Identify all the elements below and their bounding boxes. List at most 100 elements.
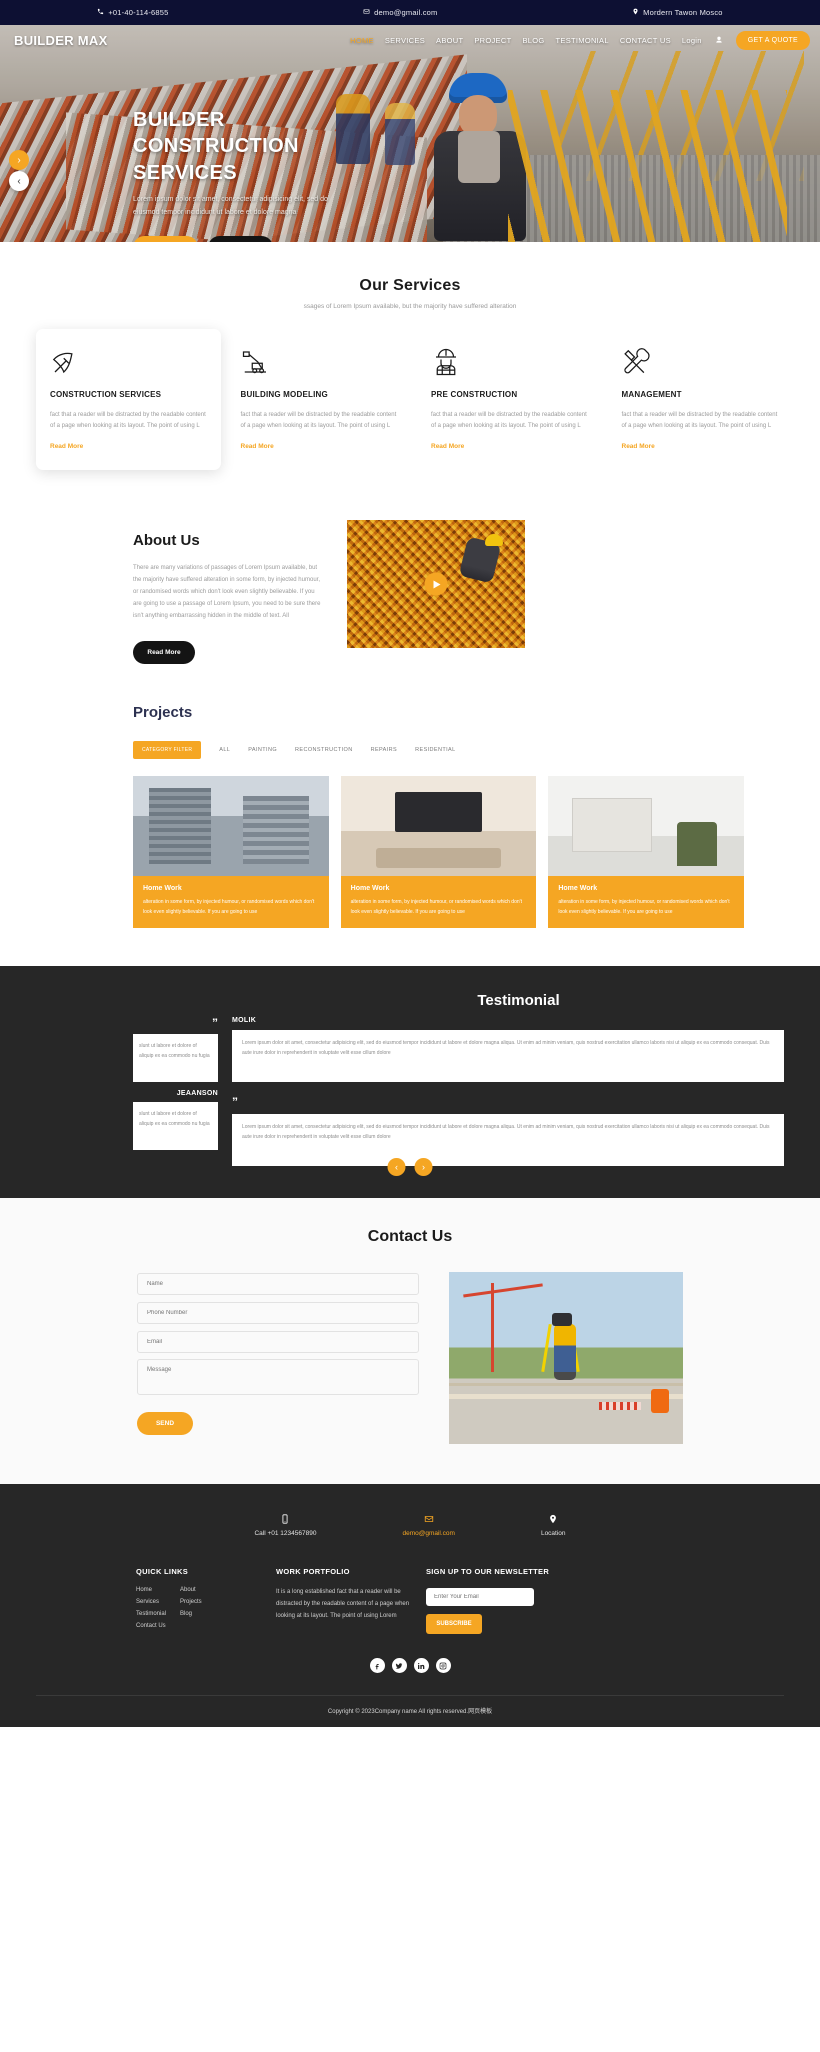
project-filter-all[interactable]: ALL	[219, 747, 230, 753]
footer-link-services[interactable]: Services	[136, 1599, 180, 1605]
service-read-more-link[interactable]: Read More	[241, 443, 398, 450]
send-button[interactable]: SEND	[137, 1412, 193, 1436]
project-filter-repairs[interactable]: REPAIRS	[371, 747, 398, 753]
nav-links: HOME SERVICES ABOUT PROJECT BLOG TESTIMO…	[350, 30, 810, 50]
project-image-living-room	[340, 776, 537, 877]
project-card[interactable]: Home Work alteration in some form, by in…	[548, 776, 744, 929]
crane-lift-icon	[241, 345, 398, 379]
contact-theodolite	[551, 1313, 572, 1327]
chevron-left-icon: ‹	[395, 1162, 398, 1173]
testimonial-right-top: MOLIK Lorem ipsum dolor sit amet, consec…	[232, 1017, 784, 1083]
nav-item-project[interactable]: PROJECT	[474, 36, 511, 45]
user-icon[interactable]	[713, 34, 725, 46]
footer: Call +01 1234567890 demo@gmail.com Locat…	[0, 1484, 820, 1728]
category-filter-button[interactable]: CATEGORY FILTER	[133, 741, 202, 760]
projects-grid: Home Work alteration in some form, by in…	[133, 776, 784, 929]
hero-about-button[interactable]: About Us	[208, 236, 273, 242]
project-desc: alteration in some form, by injected hum…	[350, 899, 522, 915]
service-read-more-link[interactable]: Read More	[50, 443, 207, 450]
linkedin-icon[interactable]	[413, 1658, 429, 1674]
facebook-icon[interactable]	[369, 1658, 385, 1674]
footer-link-home[interactable]: Home	[136, 1587, 180, 1593]
testimonial-nav: ‹ ›	[387, 1158, 433, 1177]
topbar-email[interactable]: demo@gmail.com	[363, 8, 437, 17]
footer-portfolio-text: It is a long established fact that a rea…	[276, 1589, 410, 1619]
nav-item-testimonial[interactable]: TESTIMONIAL	[556, 36, 609, 45]
hero-buttons: Contact US About Us	[133, 236, 463, 242]
contact-title: Contact Us	[367, 1228, 453, 1246]
site-logo[interactable]: BUILDER MAX	[14, 33, 108, 48]
project-card[interactable]: Home Work alteration in some form, by in…	[133, 776, 329, 929]
testimonial-prev-button[interactable]: ‹	[387, 1158, 406, 1177]
footer-link-contact-us[interactable]: Contact Us	[136, 1623, 180, 1629]
project-name: Home Work	[143, 885, 182, 893]
project-filter-painting[interactable]: PAINTING	[248, 747, 277, 753]
top-contact-bar: +01-40-114-6855 demo@gmail.com Mordern T…	[0, 0, 820, 25]
service-card-building-modeling[interactable]: BUILDING MODELING fact that a reader wil…	[227, 329, 412, 470]
topbar-phone[interactable]: +01-40-114-6855	[97, 8, 168, 17]
footer-email[interactable]: demo@gmail.com	[402, 1512, 455, 1537]
footer-link-blog[interactable]: Blog	[180, 1611, 276, 1617]
footer-quick-links-column: QUICK LINKS Home About Services Projects…	[136, 1567, 276, 1634]
hero-title: BUILDER CONSTRUCTION SERVICES	[133, 107, 463, 186]
project-card-body: Home Work alteration in some form, by in…	[133, 876, 329, 929]
testimonial-left-top: ” slunt ut labore et dolore of aliquip e…	[133, 1017, 218, 1083]
nav-item-about[interactable]: ABOUT	[436, 36, 463, 45]
service-name: PRE CONSTRUCTION	[431, 390, 518, 399]
hero-content: BUILDER CONSTRUCTION SERVICES Lorem ipsu…	[133, 107, 463, 242]
testimonial-row-bottom: JEAANSON slunt ut labore et dolore of al…	[133, 1090, 784, 1167]
testimonial-large-card: Lorem ipsum dolor sit amet, consectetur …	[232, 1030, 784, 1083]
footer-link-testimonial[interactable]: Testimonial	[136, 1611, 180, 1617]
nav-item-home[interactable]: HOME	[350, 36, 374, 45]
footer-location[interactable]: Location	[541, 1512, 566, 1537]
get-a-quote-button[interactable]: GET A QUOTE	[735, 30, 810, 50]
hero-contact-button[interactable]: Contact US	[133, 236, 198, 242]
subscribe-button[interactable]: SUBSCRIBE	[426, 1614, 482, 1635]
services-grid: CONSTRUCTION SERVICES fact that a reader…	[0, 329, 820, 471]
footer-link-projects[interactable]: Projects	[180, 1599, 276, 1605]
nav-item-services[interactable]: SERVICES	[385, 36, 425, 45]
footer-quick-links-grid: Home About Services Projects Testimonial…	[136, 1587, 276, 1629]
project-image-interior	[548, 776, 744, 877]
instagram-icon[interactable]	[435, 1658, 451, 1674]
name-input[interactable]	[137, 1273, 419, 1296]
service-card-construction-services[interactable]: CONSTRUCTION SERVICES fact that a reader…	[36, 329, 221, 471]
newsletter-email-input[interactable]	[426, 1588, 534, 1607]
nav-login-link[interactable]: Login	[682, 36, 702, 45]
footer-phone[interactable]: Call +01 1234567890	[254, 1512, 316, 1537]
message-textarea[interactable]	[137, 1359, 419, 1396]
service-desc: fact that a reader will be distracted by…	[50, 412, 206, 430]
footer-location-text: Location	[540, 1530, 566, 1538]
service-name: CONSTRUCTION SERVICES	[50, 390, 162, 399]
hero-title-line3: SERVICES	[133, 161, 237, 184]
phone-input[interactable]	[137, 1302, 419, 1325]
nav-item-blog[interactable]: BLOG	[522, 36, 544, 45]
testimonial-right-bottom: ” Lorem ipsum dolor sit amet, consectetu…	[232, 1090, 784, 1167]
hero-prev-arrow[interactable]: ‹	[9, 171, 29, 191]
contact-equipment-box	[650, 1389, 669, 1414]
service-read-more-link[interactable]: Read More	[431, 443, 588, 450]
testimonial-next-button[interactable]: ›	[414, 1158, 433, 1177]
about-video-thumbnail[interactable]	[347, 520, 525, 649]
footer-link-about[interactable]: About	[180, 1587, 276, 1593]
hero-title-line1: BUILDER	[133, 109, 225, 131]
nav-item-contact-us[interactable]: CONTACT US	[620, 36, 671, 45]
service-card-pre-construction[interactable]: PRE CONSTRUCTION fact that a reader will…	[417, 329, 602, 470]
play-icon[interactable]	[424, 572, 448, 596]
chevron-left-icon: ‹	[17, 175, 21, 187]
project-filter-reconstruction[interactable]: RECONSTRUCTION	[295, 747, 353, 753]
email-input[interactable]	[137, 1331, 419, 1354]
service-card-management[interactable]: MANAGEMENT fact that a reader will be di…	[608, 329, 793, 470]
service-read-more-link[interactable]: Read More	[622, 443, 779, 450]
about-worker-helmet	[485, 534, 503, 547]
twitter-icon[interactable]	[391, 1658, 407, 1674]
about-read-more-button[interactable]: Read More	[133, 641, 195, 665]
topbar-address[interactable]: Mordern Tawon Mosco	[632, 8, 723, 17]
project-filter-residential[interactable]: RESIDENTIAL	[415, 747, 455, 753]
project-card[interactable]: Home Work alteration in some form, by in…	[340, 776, 537, 929]
chevron-right-icon: ›	[422, 1162, 425, 1173]
footer-newsletter-column: SIGN UP TO OUR NEWSLETTER SUBSCRIBE	[426, 1567, 606, 1635]
hero-next-arrow[interactable]: ›	[9, 150, 29, 170]
testimonial-title: Testimonial	[477, 992, 560, 1010]
quote-mark-icon: ”	[232, 1095, 238, 1110]
